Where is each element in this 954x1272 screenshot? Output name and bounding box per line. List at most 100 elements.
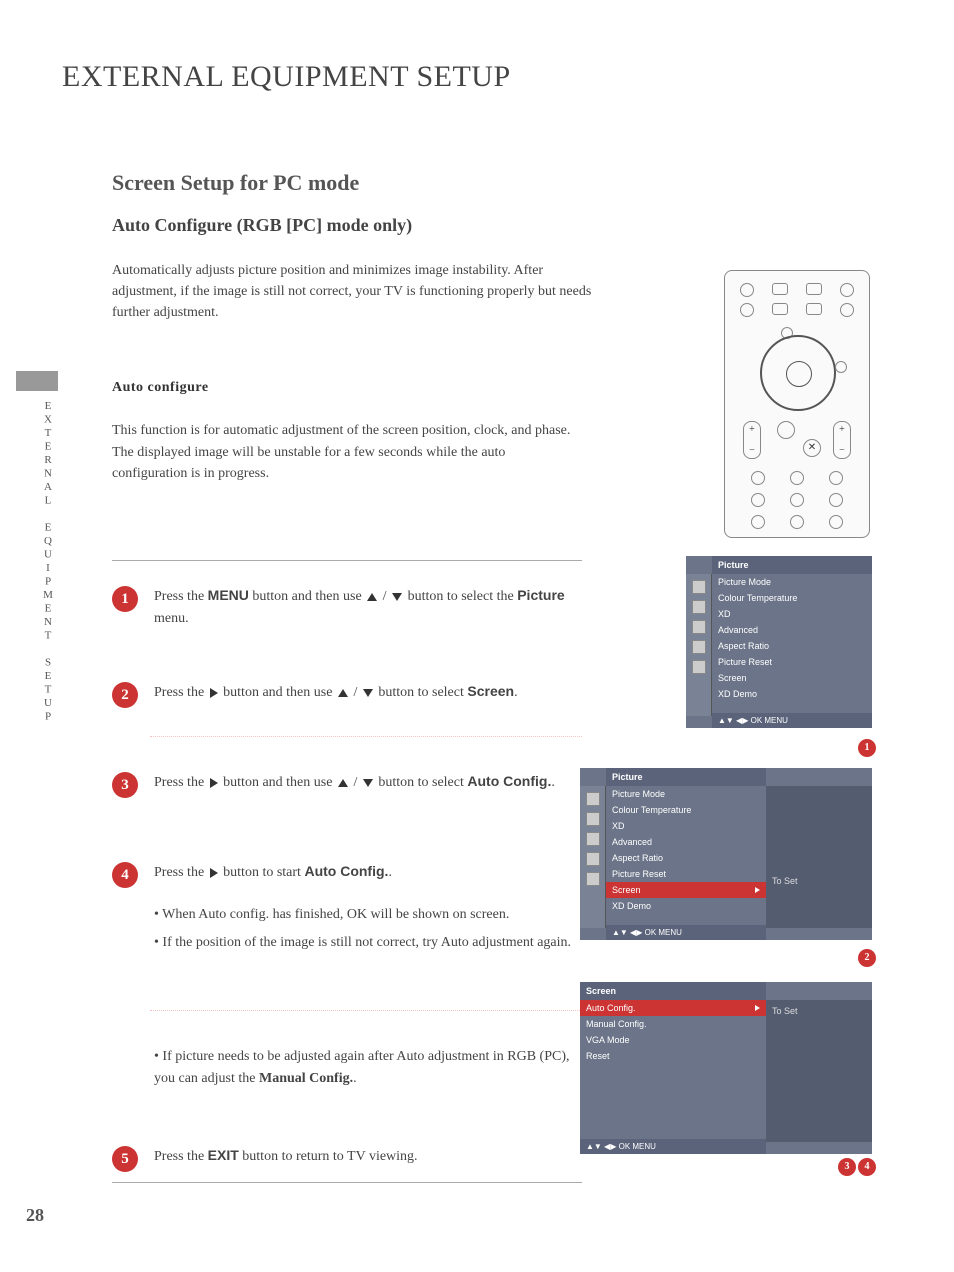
step-4-bullets: • When Auto config. has finished, OK wil… (154, 904, 572, 959)
side-tab-bar (16, 371, 58, 391)
menu-category-icon (692, 620, 706, 634)
step-2-text: Press the button and then use / button t… (154, 680, 582, 704)
text: . (388, 865, 392, 880)
remote-button (840, 283, 854, 297)
menu-title: Screen (580, 982, 766, 1000)
menu-items: Auto Config. Manual Config. VGA Mode Res… (580, 1000, 766, 1142)
page-title: EXTERNAL EQUIPMENT SETUP (62, 60, 511, 94)
down-arrow-icon (363, 779, 373, 787)
right-arrow-icon (755, 887, 760, 893)
remote-button (772, 303, 788, 315)
step-2: 2 Press the button and then use / button… (112, 680, 582, 704)
menu-item: Picture Reset (606, 866, 766, 882)
step-number-badge: 2 (112, 682, 138, 708)
footer-text: OK MENU (645, 928, 682, 937)
menu-icon-column (580, 786, 606, 928)
menu-item: Picture Reset (712, 654, 872, 670)
menu-category-icon (692, 600, 706, 614)
text: menu. (154, 611, 189, 626)
dotted-divider (150, 736, 582, 737)
down-arrow-icon (392, 593, 402, 601)
up-arrow-icon (338, 779, 348, 787)
remote-button (840, 303, 854, 317)
right-arrow-icon (210, 778, 218, 788)
text: button to select (375, 775, 468, 790)
step-5-text: Press the EXIT button to return to TV vi… (154, 1144, 582, 1168)
up-arrow-icon (367, 593, 377, 601)
reference-badge-3: 3 (838, 1158, 856, 1176)
text: button and then use (220, 775, 336, 790)
down-arrow-icon (363, 689, 373, 697)
menu-item: Screen (712, 670, 872, 686)
menu-item-highlighted: Screen (606, 882, 766, 898)
menu-item: Picture Mode (712, 574, 872, 590)
step-4: 4 Press the button to start Auto Config.… (112, 860, 582, 884)
menu-item: Advanced (712, 622, 872, 638)
menu-icon-column (686, 574, 712, 716)
menu-footer: ▲▼ ◀▶ OK MENU (580, 1139, 766, 1154)
step-4-bullets-2: • If picture needs to be adjusted again … (154, 1046, 572, 1095)
remote-button (806, 283, 822, 295)
auto-configure-heading: Auto configure (112, 380, 209, 396)
side-tab-label: EXTERNAL EQUIPMENT SETUP (36, 400, 54, 724)
step-4-text: Press the button to start Auto Config.. (154, 860, 582, 884)
exit-button-label: EXIT (208, 1147, 239, 1163)
remote-button (740, 303, 754, 317)
remote-control-diagram: +− +− ✕ (724, 270, 870, 538)
text: button and then use (220, 685, 336, 700)
menu-item-highlighted: Auto Config. (580, 1000, 766, 1016)
remote-button (772, 283, 788, 295)
text: button to select (375, 685, 468, 700)
auto-config-label: Auto Config. (304, 863, 388, 879)
menu-item: Aspect Ratio (606, 850, 766, 866)
text: . (353, 1071, 357, 1086)
menu-category-icon (692, 660, 706, 674)
menu-item: XD Demo (712, 686, 872, 702)
text: Press the (154, 775, 208, 790)
menu-footer: ▲▼ ◀▶ OK MENU (712, 713, 872, 728)
menu-item: XD (712, 606, 872, 622)
bullet-item: • If picture needs to be adjusted again … (154, 1046, 572, 1089)
remote-button (790, 515, 804, 529)
menu-item-label: Auto Config. (586, 1003, 636, 1013)
step-5: 5 Press the EXIT button to return to TV … (112, 1144, 582, 1168)
step-number-badge: 4 (112, 862, 138, 888)
menu-items: Picture Mode Colour Temperature XD Advan… (712, 574, 872, 716)
intro-text: Automatically adjusts picture position a… (112, 260, 592, 323)
page-number: 28 (26, 1205, 44, 1226)
divider (112, 1182, 582, 1183)
menu-category-icon (586, 872, 600, 886)
step-1-text: Press the MENU button and then use / but… (154, 584, 582, 631)
menu-button-label: MENU (208, 587, 249, 603)
auto-config-label: Auto Config. (467, 773, 551, 789)
remote-button (751, 471, 765, 485)
text: Press the (154, 685, 208, 700)
mute-button: ✕ (803, 439, 821, 457)
menu-item: VGA Mode (580, 1032, 766, 1048)
menu-item: Advanced (606, 834, 766, 850)
side-panel-label: To Set (772, 876, 866, 886)
volume-rocker: +− (743, 421, 761, 459)
menu-category-icon (586, 812, 600, 826)
menu-category-icon (586, 852, 600, 866)
text: Press the (154, 1149, 208, 1164)
remote-button (790, 493, 804, 507)
picture-label: Picture (517, 587, 564, 603)
step-3-text: Press the button and then use / button t… (154, 770, 582, 794)
dotted-divider (150, 1010, 582, 1011)
text: button to select the (404, 589, 517, 604)
remote-button (829, 493, 843, 507)
remote-button (806, 303, 822, 315)
menu-item: XD (606, 818, 766, 834)
menu-title: Picture (606, 768, 766, 786)
text: • If picture needs to be adjusted again … (154, 1049, 569, 1086)
manual-config-label: Manual Config. (259, 1071, 353, 1086)
text: button and then use (249, 589, 365, 604)
step-number-badge: 5 (112, 1146, 138, 1172)
reference-badge-2: 2 (858, 949, 876, 967)
menu-title: Picture (712, 556, 872, 574)
reference-badge-1: 1 (858, 739, 876, 757)
remote-button (751, 493, 765, 507)
nav-ring-icon (760, 335, 836, 411)
bullet-item: • If the position of the image is still … (154, 932, 572, 954)
